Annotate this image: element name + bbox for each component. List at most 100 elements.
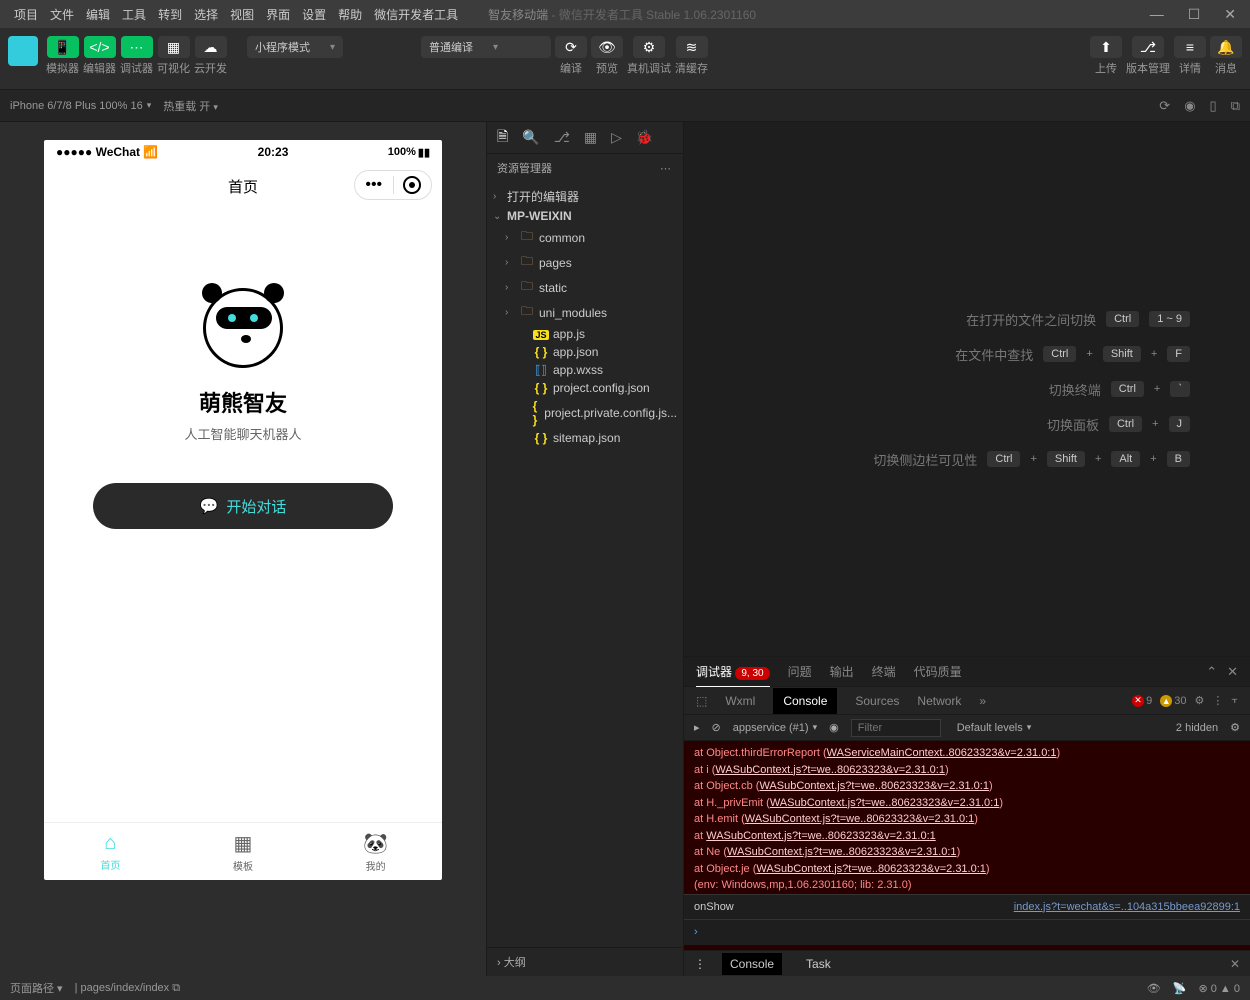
tab-mine[interactable]: 🐼我的 [309, 823, 442, 880]
search-icon[interactable]: 🔍 [522, 129, 539, 146]
hotreload-toggle[interactable]: 热重载 开 ▾ [163, 98, 218, 114]
eye-off-icon[interactable]: 👁 [1147, 982, 1161, 995]
maximize-icon[interactable]: ☐ [1182, 4, 1207, 25]
debug-tab-debugger[interactable]: 调试器 9, 30 [696, 657, 770, 687]
compile-mode-dropdown[interactable]: 普通编译▾ [421, 36, 551, 58]
simulator-column: ●●●●● WeChat 📶 20:23 100% ▮▮ 首页 ••• 萌熊智友… [0, 122, 486, 976]
menu-界面[interactable]: 界面 [260, 4, 296, 26]
folder-uni_modules[interactable]: ›🗀uni_modules [487, 300, 683, 325]
phone-simulator: ●●●●● WeChat 📶 20:23 100% ▮▮ 首页 ••• 萌熊智友… [44, 140, 442, 880]
debugger-button[interactable]: ⋯ [121, 36, 153, 58]
folder-pages[interactable]: ›🗀pages [487, 250, 683, 275]
device-icon[interactable]: ▯ [1210, 98, 1217, 114]
gear-icon[interactable]: ⚙ [1194, 694, 1204, 707]
debug-tab-terminal[interactable]: 终端 [872, 657, 896, 686]
broadcast-icon[interactable]: 📡 [1173, 982, 1187, 995]
folder-static[interactable]: ›🗀static [487, 275, 683, 300]
mode-dropdown[interactable]: 小程序模式▾ [247, 36, 343, 58]
devtab-more[interactable]: » [979, 694, 986, 708]
close-icon[interactable]: ✕ [1218, 4, 1242, 25]
menu-帮助[interactable]: 帮助 [332, 4, 368, 26]
hidden-count[interactable]: 2 hidden [1176, 722, 1218, 734]
file-app.json[interactable]: { }app.json [487, 343, 683, 361]
detail-button[interactable]: ≡ [1174, 36, 1206, 58]
menu-设置[interactable]: 设置 [296, 4, 332, 26]
message-button[interactable]: 🔔 [1210, 36, 1242, 58]
dock-icon[interactable]: ⫟ [1231, 694, 1238, 707]
drawer-console[interactable]: Console [722, 953, 782, 975]
file-project.private.config.js...[interactable]: { }project.private.config.js... [487, 397, 683, 429]
capsule-button[interactable]: ••• [354, 170, 432, 200]
context-dropdown[interactable]: appservice (#1)▾ [733, 722, 817, 734]
version-button[interactable]: ⎇ [1132, 36, 1164, 58]
menu-文件[interactable]: 文件 [44, 4, 80, 26]
cloud-button[interactable]: ☁ [195, 36, 227, 58]
devtab-console[interactable]: Console [773, 688, 837, 714]
project-root[interactable]: ⌄MP-WEIXIN [487, 207, 683, 225]
open-editors-section[interactable]: ›打开的编辑器 [487, 186, 683, 207]
run-icon[interactable]: ▷ [611, 129, 622, 146]
eye-icon[interactable]: ◉ [829, 721, 839, 734]
explorer-more-icon[interactable]: ⋯ [660, 162, 673, 175]
menu-视图[interactable]: 视图 [224, 4, 260, 26]
issues-count[interactable]: ⊗ 0 ▲ 0 [1198, 982, 1240, 995]
preview-button[interactable]: 👁 [591, 36, 623, 58]
inspect-icon[interactable]: ⬚ [696, 694, 707, 708]
devtab-network[interactable]: Network [917, 694, 961, 708]
upload-button[interactable]: ⬆ [1090, 36, 1122, 58]
debug-tab-problems[interactable]: 问题 [788, 657, 812, 686]
phone-tabbar: ⌂首页 ▦模板 🐼我的 [44, 822, 442, 880]
console-settings-icon[interactable]: ⚙ [1230, 721, 1240, 734]
tab-template[interactable]: ▦模板 [177, 823, 310, 880]
refresh-icon[interactable]: ⟳ [1159, 98, 1170, 114]
folder-common[interactable]: ›🗀common [487, 225, 683, 250]
start-chat-button[interactable]: 💬 开始对话 [93, 483, 393, 529]
compile-button[interactable]: ⟳ [555, 36, 587, 58]
clear-console-icon[interactable]: ⊘ [712, 721, 721, 734]
tab-home[interactable]: ⌂首页 [44, 823, 177, 880]
file-app.js[interactable]: JSapp.js [487, 325, 683, 343]
remote-debug-button[interactable]: ⚙ [633, 36, 665, 58]
shortcut-row: 在文件中查找Ctrl + Shift + F [955, 345, 1190, 364]
levels-dropdown[interactable]: Default levels▾ [957, 722, 1032, 734]
drawer-close-icon[interactable]: ✕ [1230, 957, 1240, 971]
popout-icon[interactable]: ⧉ [1231, 98, 1240, 114]
copy-icon[interactable]: ⧉ [172, 982, 180, 994]
menu-编辑[interactable]: 编辑 [80, 4, 116, 26]
record-icon[interactable]: ◉ [1184, 98, 1195, 114]
file-app.wxss[interactable]: ⟦⟧app.wxss [487, 361, 683, 379]
more-icon[interactable]: ⋮ [1212, 694, 1223, 707]
shortcut-row: 切换侧边栏可见性Ctrl + Shift + Alt + B [873, 450, 1190, 469]
file-project.config.json[interactable]: { }project.config.json [487, 379, 683, 397]
console-filter-input[interactable] [851, 719, 941, 737]
devtab-wxml[interactable]: Wxml [725, 694, 755, 708]
drawer-task[interactable]: Task [798, 953, 839, 975]
menu-项目[interactable]: 项目 [8, 4, 44, 26]
menu-工具[interactable]: 工具 [116, 4, 152, 26]
status-bar: 页面路径 ▾ | pages/index/index ⧉ 👁 📡 ⊗ 0 ▲ 0 [0, 976, 1250, 1000]
explorer-icon[interactable]: 🗎 [497, 126, 508, 150]
phone-navbar: 首页 ••• [44, 164, 442, 208]
menu-微信开发者工具[interactable]: 微信开发者工具 [368, 4, 464, 26]
extensions-icon[interactable]: ▦ [584, 129, 597, 146]
outline-section[interactable]: › 大纲 [487, 947, 683, 976]
menu-转到[interactable]: 转到 [152, 4, 188, 26]
panel-close-icon[interactable]: ✕ [1227, 664, 1238, 680]
debug-tab-output[interactable]: 输出 [830, 657, 854, 686]
console-sidebar-icon[interactable]: ▸ [694, 721, 700, 734]
minimize-icon[interactable]: — [1144, 4, 1170, 25]
git-icon[interactable]: ⎇ [554, 129, 570, 146]
editor-button[interactable]: </> [84, 36, 116, 58]
simulator-button[interactable]: 📱 [47, 36, 79, 58]
visual-button[interactable]: ▦ [158, 36, 190, 58]
user-avatar[interactable] [8, 36, 38, 66]
clear-cache-button[interactable]: ≋ [676, 36, 708, 58]
debug-tab-quality[interactable]: 代码质量 [914, 657, 962, 686]
menu-选择[interactable]: 选择 [188, 4, 224, 26]
chevron-up-icon[interactable]: ⌃ [1206, 664, 1217, 680]
device-selector[interactable]: iPhone 6/7/8 Plus 100% 16▾ [10, 100, 151, 112]
devtab-sources[interactable]: Sources [855, 694, 899, 708]
file-sitemap.json[interactable]: { }sitemap.json [487, 429, 683, 447]
drawer-more-icon[interactable]: ⋮ [694, 957, 706, 971]
bug-icon[interactable]: 🐞 [636, 129, 653, 146]
